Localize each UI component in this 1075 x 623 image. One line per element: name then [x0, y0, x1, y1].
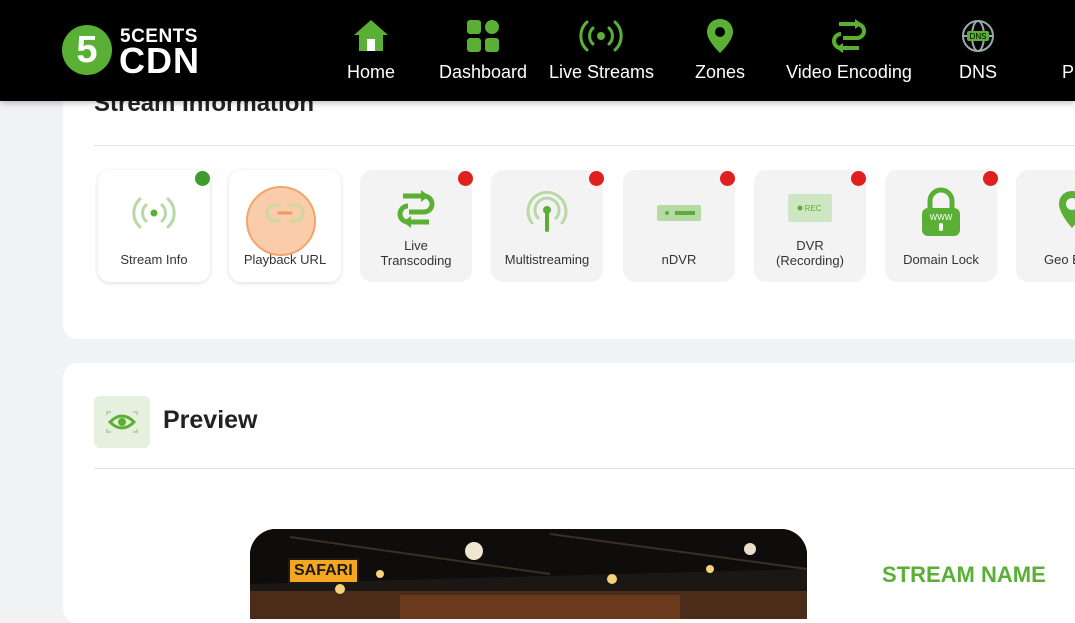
broadcast-icon [132, 197, 176, 229]
feature-label: nDVR [661, 252, 697, 267]
www-lock-icon: WWW [922, 187, 960, 236]
feature-label-line1: Live [404, 238, 428, 253]
preview-title: Preview [163, 406, 258, 434]
nav-home[interactable]: Home [340, 16, 402, 88]
location-pin-icon [707, 19, 733, 53]
feature-multistreaming[interactable]: Multistreaming [491, 170, 603, 282]
logo-text-bottom: CDN [119, 40, 200, 81]
status-dot-green [195, 171, 210, 186]
nav-label: Video Encoding [786, 62, 912, 82]
globe-dns-icon: DNS [962, 20, 994, 52]
nav-dns[interactable]: DNS DNS [955, 16, 1001, 88]
nav-dashboard[interactable]: Dashboard [439, 16, 527, 88]
ndvr-icon [657, 205, 701, 221]
nav-label: Live Streams [549, 62, 655, 82]
stream-name-label: STREAM NAME [882, 562, 1046, 587]
feature-label: Domain Lock [903, 252, 979, 267]
video-player[interactable]: SAFARI [250, 529, 807, 619]
status-dot-red [458, 171, 473, 186]
nav-label: Zones [694, 62, 746, 82]
divider [94, 145, 1075, 146]
feature-label: Live Transcoding [360, 238, 472, 268]
nav-live-streams[interactable]: Live Streams [549, 16, 655, 88]
broadcast-icon [579, 20, 623, 52]
feature-label: Playback URL [243, 252, 327, 267]
antenna-icon [526, 190, 568, 232]
eye-icon [106, 411, 138, 433]
transcode-arrows-icon [397, 190, 435, 228]
top-navbar: 5 5CENTS CDN Home Dashboard Live Streams [0, 0, 1075, 101]
transcode-arrows-icon [832, 19, 866, 53]
status-dot-red [589, 171, 604, 186]
geo-pin-icon [1059, 191, 1075, 228]
feature-label-line2: Transcoding [380, 253, 452, 268]
logo-mark: 5 [62, 25, 112, 75]
feature-dvr-recording[interactable]: REC DVR (Recording) [754, 170, 866, 282]
feature-label-line2: (Recording) [776, 253, 844, 268]
feature-domain-lock[interactable]: WWW Domain Lock [885, 170, 997, 282]
link-icon [265, 203, 305, 223]
nav-zones[interactable]: Zones [690, 16, 750, 88]
feature-label: Stream Info [120, 252, 188, 267]
feature-playback-url[interactable]: Playback URL [229, 170, 341, 282]
dashboard-icon [467, 20, 499, 52]
www-text: WWW [930, 213, 953, 222]
nav-label: DNS [958, 62, 997, 82]
preview-icon-box [94, 396, 150, 448]
nav-label: Pl [1062, 62, 1075, 82]
divider [94, 468, 1075, 469]
nav-video-encoding[interactable]: Video Encoding [786, 16, 912, 88]
feature-live-transcoding[interactable]: Live Transcoding [360, 170, 472, 282]
status-dot-red [720, 171, 735, 186]
status-dot-red [851, 171, 866, 186]
feature-stream-info[interactable]: Stream Info [98, 170, 210, 282]
logo[interactable]: 5 5CENTS CDN [62, 24, 212, 81]
feature-ndvr[interactable]: nDVR [623, 170, 735, 282]
feature-label: Multistreaming [504, 252, 590, 267]
rec-icon: REC [788, 194, 832, 222]
feature-label: Geo B [1044, 252, 1075, 267]
feature-label-line1: DVR [796, 238, 824, 253]
nav-label: Home [346, 62, 395, 82]
video-badge: SAFARI [288, 558, 359, 584]
home-icon [354, 20, 388, 51]
status-dot-red [983, 171, 998, 186]
plugin-icon [1065, 16, 1075, 56]
feature-geo-blocking[interactable]: Geo B [1016, 170, 1075, 282]
nav-label: Dashboard [439, 62, 528, 82]
nav-plugins[interactable]: Pl [1060, 16, 1075, 88]
rec-text: REC [805, 204, 822, 213]
dns-text: DNS [970, 32, 987, 41]
feature-label: DVR (Recording) [754, 238, 866, 268]
